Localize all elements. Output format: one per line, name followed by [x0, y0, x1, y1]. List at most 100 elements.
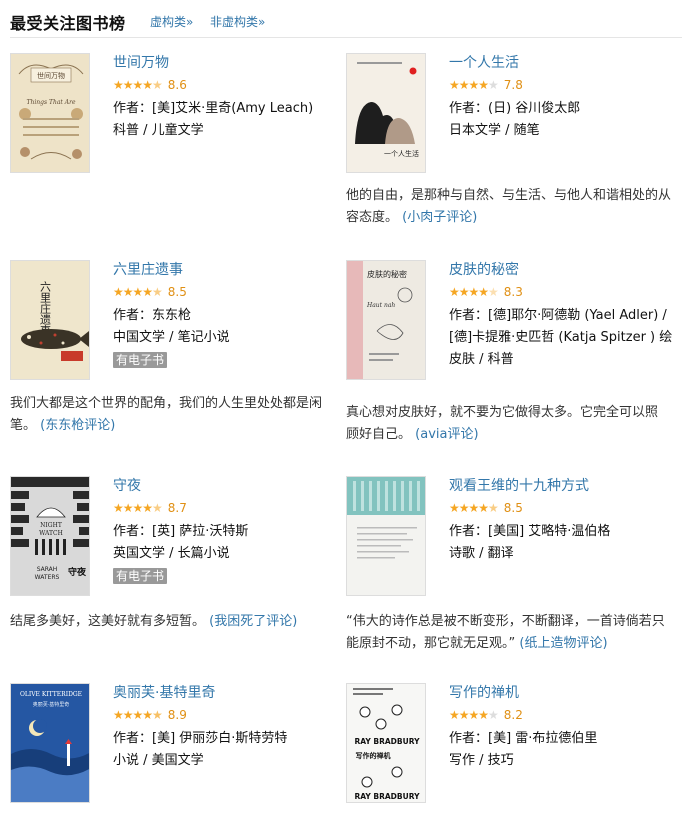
- rating-row: ★★★★★ 8.3: [449, 283, 681, 301]
- star-rating-icon: ★★★★★: [449, 78, 499, 92]
- fiction-tab-link[interactable]: 虚构类»: [150, 13, 193, 30]
- reviewer-link[interactable]: (avia评论): [415, 427, 478, 442]
- book-cover-art-8: RAY BRADBURY 写作的禅机 RAY BRADBURY: [347, 684, 425, 802]
- cover-title-8: 写作的禅机: [356, 751, 391, 760]
- quote-text: 真心想对皮肤好，就不要为它做得太多。它完全可以照顾好自己。: [346, 405, 659, 442]
- reviewer-link[interactable]: (我困死了评论): [209, 614, 297, 629]
- book-quote-3: 我们大都是这个世界的配角，我们的人生里处处都是闲笔。 (东东枪评论): [10, 393, 330, 437]
- book-author: 作者：[德]耶尔·阿德勒 (Yael Adler) / [德]卡提雅·史匹哲 (…: [449, 308, 673, 345]
- book-cover[interactable]: NIGHT WATCH SARAH WATERS 守夜: [10, 476, 90, 596]
- star-rating-icon: ★★★★★: [113, 708, 163, 722]
- rating-score: 8.3: [503, 285, 523, 299]
- book-info: 皮肤的秘密 ★★★★★ 8.3 作者：[德]耶尔·阿德勒 (Yael Adler…: [449, 260, 681, 371]
- book-cover[interactable]: 一个人生活: [346, 53, 426, 173]
- rating-row: ★★★★★ 8.7: [113, 499, 345, 517]
- rating-score: 7.8: [503, 78, 523, 92]
- book-item-5: NIGHT WATCH SARAH WATERS 守夜 守夜 ★★★★★ 8.7…: [10, 476, 340, 596]
- ebook-badge[interactable]: 有电子书: [113, 352, 168, 368]
- book-author: 作者：[美] 雷·布拉德伯里: [449, 731, 598, 746]
- cover-title-3: 六里庄遗事: [39, 281, 52, 336]
- star-rating-icon: ★★★★★: [449, 285, 499, 299]
- cover-author-first: SARAH: [37, 566, 58, 573]
- reviewer-link[interactable]: (纸上造物评论): [519, 636, 607, 651]
- cover-title-5: 守夜: [68, 566, 87, 578]
- cover-word-night: NIGHT: [40, 522, 62, 529]
- rating-row: ★★★★★ 8.5: [113, 283, 345, 301]
- book-category: 科普 / 儿童文学: [113, 123, 204, 138]
- book-author: 作者：[美国] 艾略特·温伯格: [449, 524, 611, 539]
- cover-title-1: 世间万物: [37, 71, 65, 80]
- book-item-7: OLIVE KITTERIDGE 奥丽芙·基特里奇 奥丽芙·基特里奇 ★★★★★…: [10, 683, 340, 803]
- book-cover[interactable]: 皮肤的秘密 Haut nah: [346, 260, 426, 380]
- book-cover[interactable]: 世间万物 Things That Are: [10, 53, 90, 173]
- cover-title-4: 皮肤的秘密: [367, 269, 407, 279]
- book-cover[interactable]: RAY BRADBURY 写作的禅机 RAY BRADBURY: [346, 683, 426, 803]
- cover-title-en-7: OLIVE KITTERIDGE: [20, 691, 82, 698]
- book-cover[interactable]: OLIVE KITTERIDGE 奥丽芙·基特里奇: [10, 683, 90, 803]
- book-quote-2: 他的自由，是那种与自然、与生活、与他人和谐相处的从容态度。 (小肉子评论): [346, 185, 676, 229]
- book-cover-art-2: 一个人生活: [347, 54, 425, 172]
- cover-author-last: WATERS: [35, 574, 60, 581]
- book-info: 六里庄遗事 ★★★★★ 8.5 作者：东东枪 中国文学 / 笔记小说 有电子书: [113, 260, 345, 368]
- rating-row: ★★★★★ 8.6: [113, 76, 345, 94]
- book-author: 作者：[美]艾米·里奇(Amy Leach): [113, 101, 314, 116]
- star-rating-icon: ★★★★★: [449, 708, 499, 722]
- book-info: 写作的禅机 ★★★★★ 8.2 作者：[美] 雷·布拉德伯里 写作 / 技巧: [449, 683, 681, 772]
- book-item-3: 六里庄遗事 六里庄遗事 ★★★★★ 8.5 作者：东东枪 中国文学 / 笔记小说…: [10, 260, 340, 380]
- rating-row: ★★★★★ 8.5: [449, 499, 681, 517]
- reviewer-link[interactable]: (东东枪评论): [40, 418, 115, 433]
- quote-text: “伟大的诗作总是被不断变形，不断翻译，一首诗倘若只能原封不动，那它就无足观。”: [346, 614, 665, 651]
- book-category: 日本文学 / 随笔: [449, 123, 540, 138]
- cover-title-7: 奥丽芙·基特里奇: [33, 701, 70, 708]
- book-category: 中国文学 / 笔记小说: [113, 330, 230, 345]
- star-rating-icon: ★★★★★: [113, 285, 163, 299]
- book-title-link[interactable]: 六里庄遗事: [113, 260, 345, 280]
- cover-subtitle-1: Things That Are: [27, 99, 76, 106]
- cover-subtitle-4: Haut nah: [366, 302, 395, 309]
- book-cover[interactable]: 六里庄遗事: [10, 260, 90, 380]
- rating-score: 8.6: [167, 78, 187, 92]
- book-author: 作者：(日) 谷川俊太郎: [449, 101, 581, 116]
- book-category: 小说 / 美国文学: [113, 753, 204, 768]
- book-info: 观看王维的十九种方式 ★★★★★ 8.5 作者：[美国] 艾略特·温伯格 诗歌 …: [449, 476, 681, 565]
- book-title-link[interactable]: 世间万物: [113, 53, 345, 73]
- book-cover-art-5: NIGHT WATCH SARAH WATERS 守夜: [11, 477, 89, 595]
- cover-author-top: RAY BRADBURY: [354, 737, 420, 746]
- rating-row: ★★★★★ 8.2: [449, 706, 681, 724]
- rating-score: 8.5: [503, 501, 523, 515]
- book-author: 作者：[英] 萨拉·沃特斯: [113, 524, 249, 539]
- book-title-link[interactable]: 奥丽芙·基特里奇: [113, 683, 345, 703]
- book-author: 作者：[美] 伊丽莎白·斯特劳特: [113, 731, 288, 746]
- book-info: 世间万物 ★★★★★ 8.6 作者：[美]艾米·里奇(Amy Leach) 科普…: [113, 53, 345, 142]
- book-author: 作者：东东枪: [113, 308, 192, 323]
- book-title-link[interactable]: 守夜: [113, 476, 345, 496]
- book-cover-art-7: OLIVE KITTERIDGE 奥丽芙·基特里奇: [11, 684, 89, 802]
- book-item-4: 皮肤的秘密 Haut nah 皮肤的秘密 ★★★★★ 8.3 作者：[德]耶尔·…: [346, 260, 676, 385]
- star-rating-icon: ★★★★★: [113, 501, 163, 515]
- rating-score: 8.2: [503, 708, 523, 722]
- cover-title-2: 一个人生活: [384, 149, 419, 158]
- nonfiction-tab-link[interactable]: 非虚构类»: [210, 13, 265, 30]
- book-title-link[interactable]: 写作的禅机: [449, 683, 681, 703]
- book-info: 一个人生活 ★★★★★ 7.8 作者：(日) 谷川俊太郎 日本文学 / 随笔: [449, 53, 681, 142]
- book-category: 皮肤 / 科普: [449, 352, 514, 367]
- book-title-link[interactable]: 一个人生活: [449, 53, 681, 73]
- cover-word-watch: WATCH: [39, 530, 63, 537]
- book-title-link[interactable]: 观看王维的十九种方式: [449, 476, 681, 496]
- reviewer-link[interactable]: (小肉子评论): [402, 210, 477, 225]
- book-quote-4: 真心想对皮肤好，就不要为它做得太多。它完全可以照顾好自己。 (avia评论): [346, 402, 666, 446]
- book-info: 守夜 ★★★★★ 8.7 作者：[英] 萨拉·沃特斯 英国文学 / 长篇小说 有…: [113, 476, 345, 584]
- rating-score: 8.9: [167, 708, 187, 722]
- book-category: 英国文学 / 长篇小说: [113, 546, 230, 561]
- book-quote-5: 结尾多美好，这美好就有多短暂。 (我困死了评论): [10, 611, 330, 633]
- book-title-link[interactable]: 皮肤的秘密: [449, 260, 681, 280]
- star-rating-icon: ★★★★★: [113, 78, 163, 92]
- book-cover[interactable]: [346, 476, 426, 596]
- list-title: 最受关注图书榜: [10, 14, 126, 33]
- book-category: 写作 / 技巧: [449, 753, 514, 768]
- rating-score: 8.7: [167, 501, 187, 515]
- ebook-badge[interactable]: 有电子书: [113, 568, 168, 584]
- book-item-6: 观看王维的十九种方式 ★★★★★ 8.5 作者：[美国] 艾略特·温伯格 诗歌 …: [346, 476, 676, 596]
- rating-score: 8.5: [167, 285, 187, 299]
- list-header: 最受关注图书榜 虚构类» 非虚构类»: [10, 8, 682, 38]
